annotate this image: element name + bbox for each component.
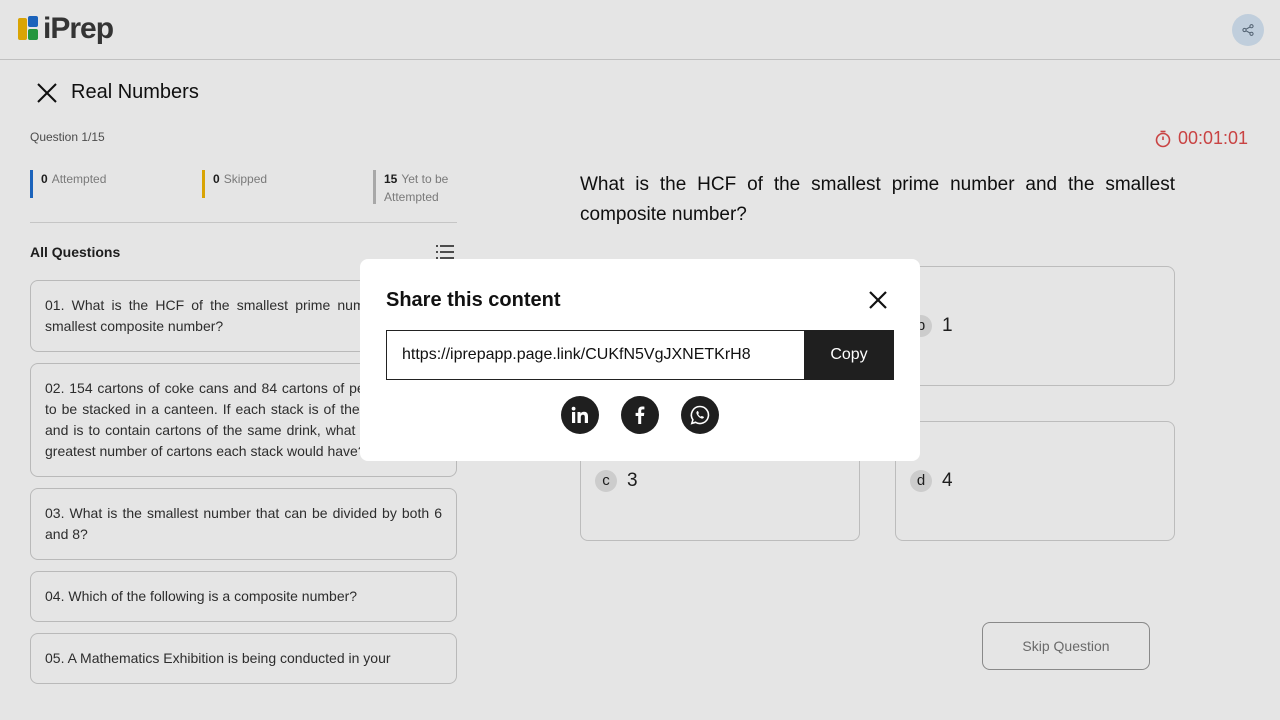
share-link-field[interactable]: https://iprepapp.page.link/CUKfN5VgJXNET… — [386, 330, 805, 380]
whatsapp-share-button[interactable] — [681, 396, 719, 434]
close-icon[interactable] — [866, 288, 890, 312]
copy-button[interactable]: Copy — [804, 330, 894, 380]
linkedin-icon — [571, 406, 588, 423]
facebook-share-button[interactable] — [621, 396, 659, 434]
modal-title: Share this content — [386, 289, 561, 311]
whatsapp-icon — [690, 405, 710, 425]
facebook-icon — [635, 406, 645, 424]
share-modal: Share this content https://iprepapp.page… — [360, 259, 920, 461]
linkedin-share-button[interactable] — [561, 396, 599, 434]
